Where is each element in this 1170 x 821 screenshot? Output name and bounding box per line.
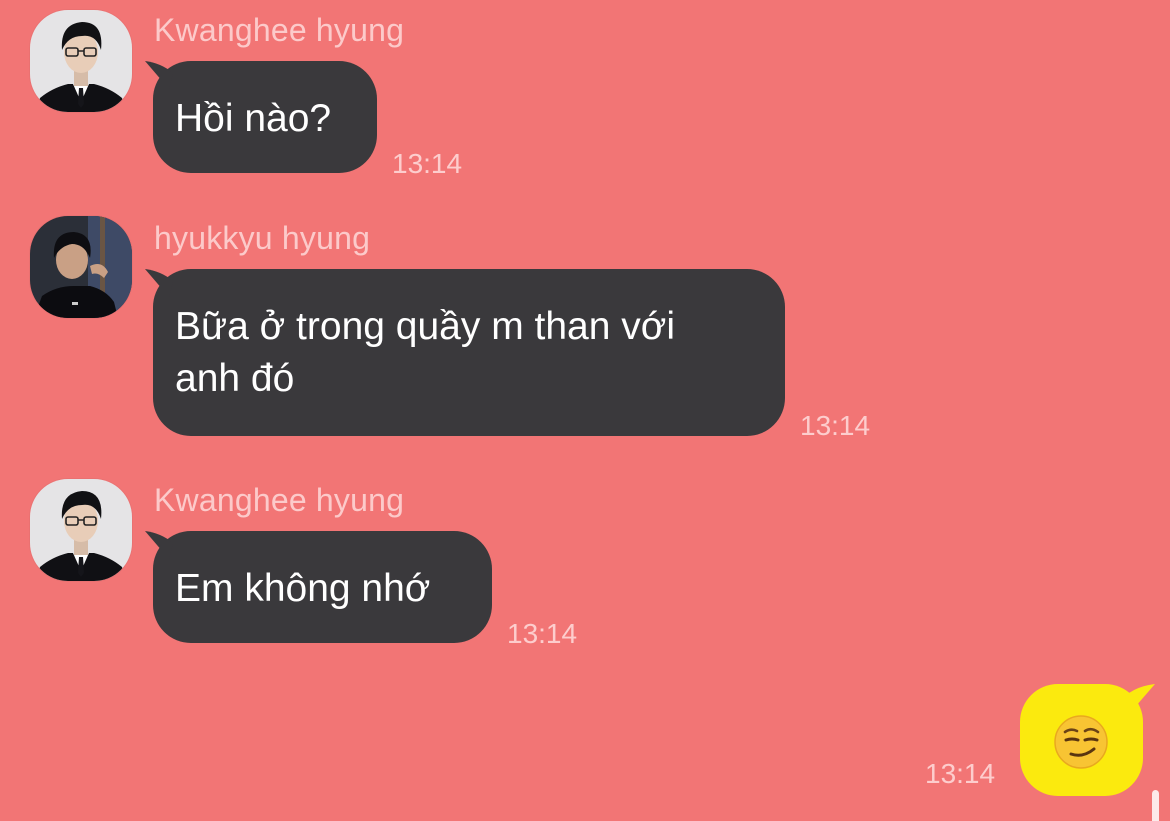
message-bubble[interactable]: Hồi nào? [145, 61, 377, 173]
sender-name: hyukkyu hyung [154, 220, 371, 256]
bubble-tail-icon [145, 61, 173, 89]
bubble-tail-icon [1125, 684, 1155, 714]
hyukkyu-avatar[interactable] [30, 216, 132, 318]
message-bubble[interactable]: Bữa ở trong quầy m than với anh đó [145, 269, 785, 436]
message-text: Hồi nào? [175, 97, 332, 140]
bubble-tail-icon [145, 531, 173, 559]
scrollbar[interactable] [1152, 790, 1159, 821]
my-message-bubble[interactable] [1020, 684, 1155, 796]
message-time: 13:14 [800, 410, 871, 441]
sender-name: Kwanghee hyung [154, 482, 405, 518]
message-text: Bữa ở trong quầy m than với anh đó [175, 305, 675, 400]
person-avatar-icon [30, 10, 132, 112]
message-text: Em không nhớ [175, 567, 431, 610]
person-avatar-icon [30, 479, 132, 581]
kwanghee-avatar[interactable] [30, 479, 132, 581]
message-time: 13:14 [392, 148, 463, 179]
person-avatar-icon [30, 216, 132, 318]
message-bubble[interactable]: Em không nhớ [145, 531, 492, 643]
smirking-face-icon [1054, 715, 1108, 769]
kwanghee-avatar[interactable] [30, 10, 132, 112]
chat-screen: Kwanghee hyung Hồi nào? 13:14 hyukkyu hy… [0, 0, 1170, 821]
sender-name: Kwanghee hyung [154, 12, 405, 48]
bubble-tail-icon [145, 269, 173, 297]
message-time: 13:14 [925, 758, 996, 789]
message-time: 13:14 [507, 618, 578, 649]
